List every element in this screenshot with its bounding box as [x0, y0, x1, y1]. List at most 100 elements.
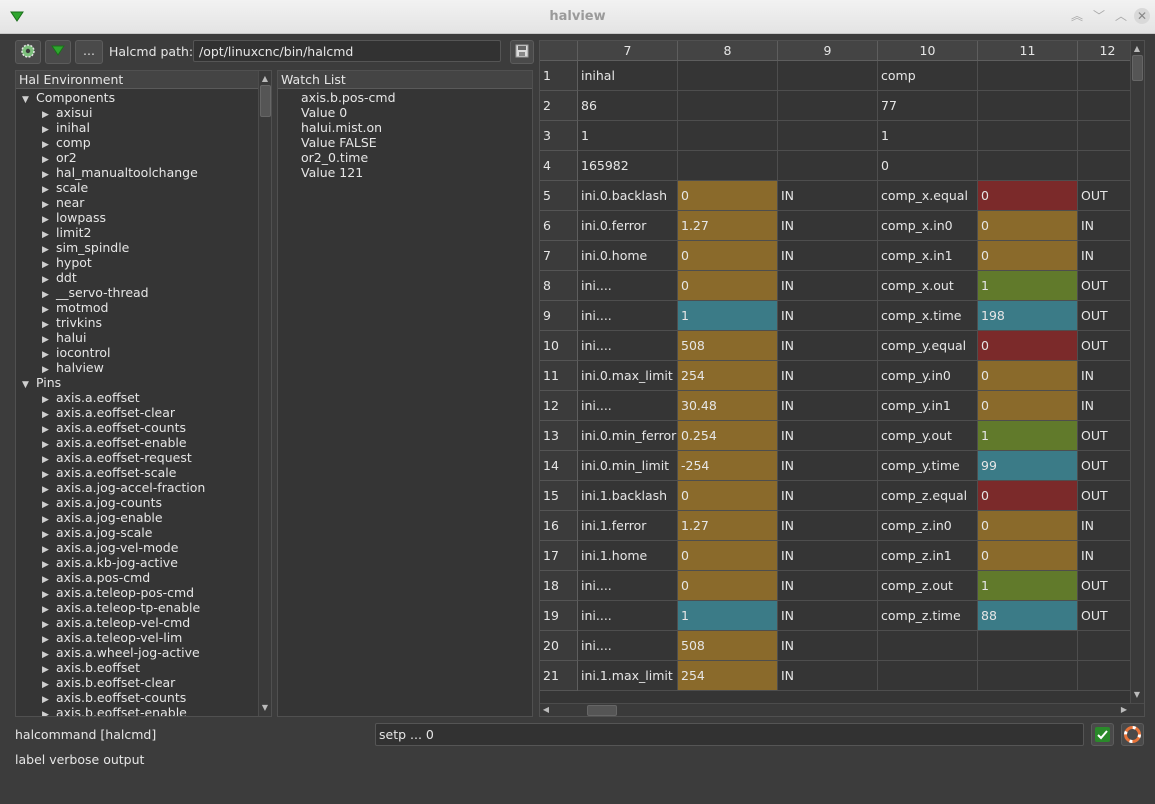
- row-header[interactable]: 16: [540, 511, 578, 541]
- table-cell[interactable]: [1078, 661, 1138, 691]
- row-header[interactable]: 9: [540, 301, 578, 331]
- tree-item-pin[interactable]: ▶ axis.b.eoffset-clear: [42, 675, 175, 690]
- tree-item-component[interactable]: ▶ scale: [42, 180, 88, 195]
- table-cell[interactable]: IN: [778, 571, 878, 601]
- keep-above-icon[interactable]: ︽: [1069, 8, 1085, 24]
- table-cell[interactable]: comp_y.in1: [878, 391, 978, 421]
- table-cell[interactable]: comp_y.in0: [878, 361, 978, 391]
- table-cell[interactable]: 88: [978, 601, 1078, 631]
- table-cell[interactable]: [778, 91, 878, 121]
- table-cell[interactable]: comp_x.equal: [878, 181, 978, 211]
- table-cell[interactable]: IN: [1078, 511, 1138, 541]
- table-cell[interactable]: IN: [1078, 361, 1138, 391]
- table-cell[interactable]: 1: [678, 301, 778, 331]
- settings-button[interactable]: [15, 40, 41, 64]
- table-cell[interactable]: 0: [678, 541, 778, 571]
- table-cell[interactable]: IN: [778, 241, 878, 271]
- table-cell[interactable]: OUT: [1078, 601, 1138, 631]
- table-cell[interactable]: 0: [678, 481, 778, 511]
- row-header[interactable]: 4: [540, 151, 578, 181]
- table-cell[interactable]: ini.0.home: [578, 241, 678, 271]
- column-header[interactable]: 12: [1078, 41, 1138, 61]
- table-cell[interactable]: IN: [778, 511, 878, 541]
- tree-item-component[interactable]: ▶ halui: [42, 330, 86, 345]
- table-cell[interactable]: ini.1.home: [578, 541, 678, 571]
- table-cell[interactable]: [978, 121, 1078, 151]
- tree-item-component[interactable]: ▶ or2: [42, 150, 77, 165]
- tree-item-pin[interactable]: ▶ axis.a.jog-vel-mode: [42, 540, 178, 555]
- table-cell[interactable]: 254: [678, 661, 778, 691]
- watch-list-panel[interactable]: Watch List axis.b.pos-cmd Value 0 halui.…: [277, 70, 533, 717]
- table-cell[interactable]: comp_z.in1: [878, 541, 978, 571]
- table-cell[interactable]: IN: [778, 631, 878, 661]
- table-cell[interactable]: 0: [678, 241, 778, 271]
- table-cell[interactable]: IN: [778, 541, 878, 571]
- row-header[interactable]: 19: [540, 601, 578, 631]
- scroll-down-icon[interactable]: ▼: [259, 702, 271, 714]
- table-cell[interactable]: [678, 91, 778, 121]
- tree-group-components[interactable]: ▼ Components: [22, 90, 115, 105]
- browse-button[interactable]: ...: [75, 40, 103, 64]
- row-header[interactable]: 18: [540, 571, 578, 601]
- watch-item[interactable]: or2_0.time: [301, 150, 368, 165]
- tree-item-pin[interactable]: ▶ axis.a.eoffset-scale: [42, 465, 176, 480]
- table-cell[interactable]: comp_x.in0: [878, 211, 978, 241]
- row-header[interactable]: 11: [540, 361, 578, 391]
- tree-item-pin[interactable]: ▶ axis.b.eoffset-counts: [42, 690, 186, 705]
- table-cell[interactable]: 1: [878, 121, 978, 151]
- row-header[interactable]: 21: [540, 661, 578, 691]
- table-cell[interactable]: OUT: [1078, 271, 1138, 301]
- tree-item-component[interactable]: ▶ near: [42, 195, 84, 210]
- tree-item-component[interactable]: ▶ trivkins: [42, 315, 102, 330]
- table-cell[interactable]: 1: [678, 601, 778, 631]
- row-header[interactable]: 2: [540, 91, 578, 121]
- row-header[interactable]: 15: [540, 481, 578, 511]
- table-cell[interactable]: ini.1.max_limit: [578, 661, 678, 691]
- table-cell[interactable]: 1: [978, 421, 1078, 451]
- table-cell[interactable]: ini.0.max_limit: [578, 361, 678, 391]
- row-header[interactable]: 17: [540, 541, 578, 571]
- table-cell[interactable]: OUT: [1078, 301, 1138, 331]
- table-cell[interactable]: ini.1.backlash: [578, 481, 678, 511]
- tree-item-component[interactable]: ▶ axisui: [42, 105, 92, 120]
- table-cell[interactable]: 0: [978, 481, 1078, 511]
- tree-item-component[interactable]: ▶ sim_spindle: [42, 240, 129, 255]
- table-cell[interactable]: comp_y.time: [878, 451, 978, 481]
- row-header[interactable]: 14: [540, 451, 578, 481]
- hal-environment-tree[interactable]: Hal Environment ▼ Components ▶ axisui ▶ iniha…: [15, 70, 272, 717]
- column-header[interactable]: 10: [878, 41, 978, 61]
- table-cell[interactable]: 0: [678, 181, 778, 211]
- table-cell[interactable]: [878, 661, 978, 691]
- halcommand-input[interactable]: setp ... 0: [375, 723, 1084, 746]
- table-cell[interactable]: ini....: [578, 391, 678, 421]
- table-cell[interactable]: [978, 61, 1078, 91]
- tree-group-pins[interactable]: ▼ Pins: [22, 375, 61, 390]
- table-cell[interactable]: [1078, 631, 1138, 661]
- table-cell[interactable]: OUT: [1078, 181, 1138, 211]
- save-button[interactable]: [510, 40, 534, 64]
- table-cell[interactable]: [978, 151, 1078, 181]
- table-cell[interactable]: [778, 61, 878, 91]
- expand-arrow-icon[interactable]: ▶: [42, 708, 52, 716]
- table-cell[interactable]: comp_x.time: [878, 301, 978, 331]
- table-cell[interactable]: 0: [978, 211, 1078, 241]
- table-cell[interactable]: ini.0.min_ferror: [578, 421, 678, 451]
- close-icon[interactable]: ✕: [1134, 8, 1150, 24]
- table-cell[interactable]: 30.48: [678, 391, 778, 421]
- table-cell[interactable]: [678, 121, 778, 151]
- table-corner[interactable]: [540, 41, 578, 61]
- table-cell[interactable]: 0: [978, 331, 1078, 361]
- collapse-arrow-icon[interactable]: ▼: [22, 93, 32, 108]
- table-cell[interactable]: ini....: [578, 631, 678, 661]
- table-cell[interactable]: 0: [978, 181, 1078, 211]
- row-header[interactable]: 3: [540, 121, 578, 151]
- table-cell[interactable]: 254: [678, 361, 778, 391]
- tree-item-component[interactable]: ▶ hypot: [42, 255, 92, 270]
- table-cell[interactable]: 1.27: [678, 211, 778, 241]
- table-cell[interactable]: [778, 151, 878, 181]
- column-header[interactable]: 9: [778, 41, 878, 61]
- table-cell[interactable]: ini.0.backlash: [578, 181, 678, 211]
- row-header[interactable]: 13: [540, 421, 578, 451]
- table-cell[interactable]: comp_z.in0: [878, 511, 978, 541]
- table-cell[interactable]: IN: [778, 601, 878, 631]
